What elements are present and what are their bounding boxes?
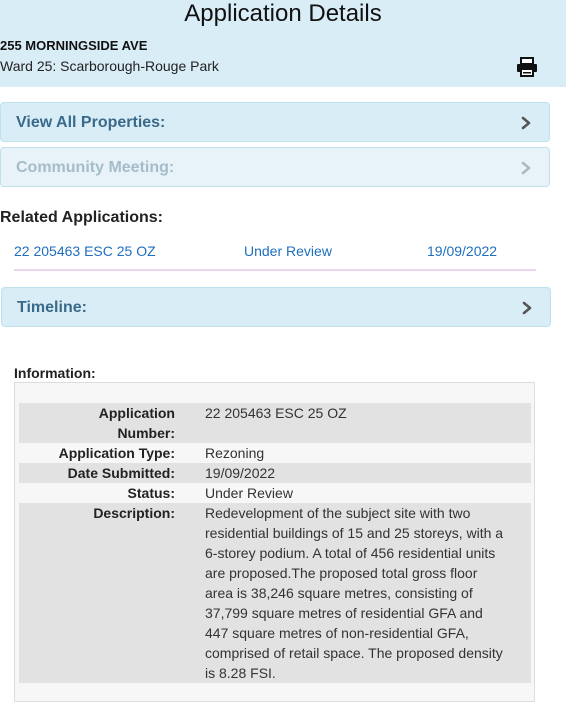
timeline-panel[interactable]: Timeline: bbox=[1, 287, 551, 327]
description-label: Description: bbox=[93, 505, 175, 521]
related-application-number-link[interactable]: 22 205463 ESC 25 OZ bbox=[14, 242, 156, 260]
application-number-label: Application Number: bbox=[98, 405, 175, 441]
community-meeting-label: Community Meeting: bbox=[16, 159, 175, 176]
information-table: Application Number: 22 205463 ESC 25 OZ … bbox=[14, 382, 535, 702]
info-row-application-type: Application Type: Rezoning bbox=[19, 443, 531, 463]
info-row-status: Status: Under Review bbox=[19, 483, 531, 503]
date-submitted-value: 19/09/2022 bbox=[205, 465, 276, 481]
status-label: Status: bbox=[127, 485, 175, 501]
page-title: Application Details bbox=[184, 0, 382, 27]
date-submitted-label: Date Submitted: bbox=[67, 465, 175, 481]
chevron-right-icon bbox=[522, 301, 532, 315]
chevron-right-icon bbox=[521, 161, 531, 175]
info-row-application-number: Application Number: 22 205463 ESC 25 OZ bbox=[19, 403, 531, 443]
page-header: Application Details 255 MORNINGSIDE AVE … bbox=[0, 0, 566, 87]
related-application-status-link[interactable]: Under Review bbox=[244, 242, 332, 260]
view-all-properties-panel[interactable]: View All Properties: bbox=[0, 102, 550, 142]
info-row-description: Description: Redevelopment of the subjec… bbox=[19, 503, 531, 683]
related-application-date-link[interactable]: 19/09/2022 bbox=[427, 242, 497, 260]
application-type-value: Rezoning bbox=[205, 445, 265, 461]
description-value: Redevelopment of the subject site with t… bbox=[205, 505, 504, 681]
community-meeting-panel[interactable]: Community Meeting: bbox=[0, 147, 550, 187]
printer-icon[interactable] bbox=[514, 56, 540, 78]
info-row-date-submitted: Date Submitted: 19/09/2022 bbox=[19, 463, 531, 483]
chevron-right-icon bbox=[521, 116, 531, 130]
application-number-value: 22 205463 ESC 25 OZ bbox=[205, 405, 347, 421]
related-applications-heading: Related Applications: bbox=[0, 209, 163, 226]
view-all-properties-label: View All Properties: bbox=[16, 114, 166, 131]
application-type-label: Application Type: bbox=[58, 445, 175, 461]
related-application-row: 22 205463 ESC 25 OZ Under Review 19/09/2… bbox=[14, 241, 536, 271]
status-value: Under Review bbox=[205, 485, 293, 501]
information-heading: Information: bbox=[14, 365, 96, 381]
timeline-label: Timeline: bbox=[17, 299, 87, 316]
ward-label: Ward 25: Scarborough-Rouge Park bbox=[0, 58, 219, 74]
property-address: 255 MORNINGSIDE AVE bbox=[0, 38, 148, 53]
